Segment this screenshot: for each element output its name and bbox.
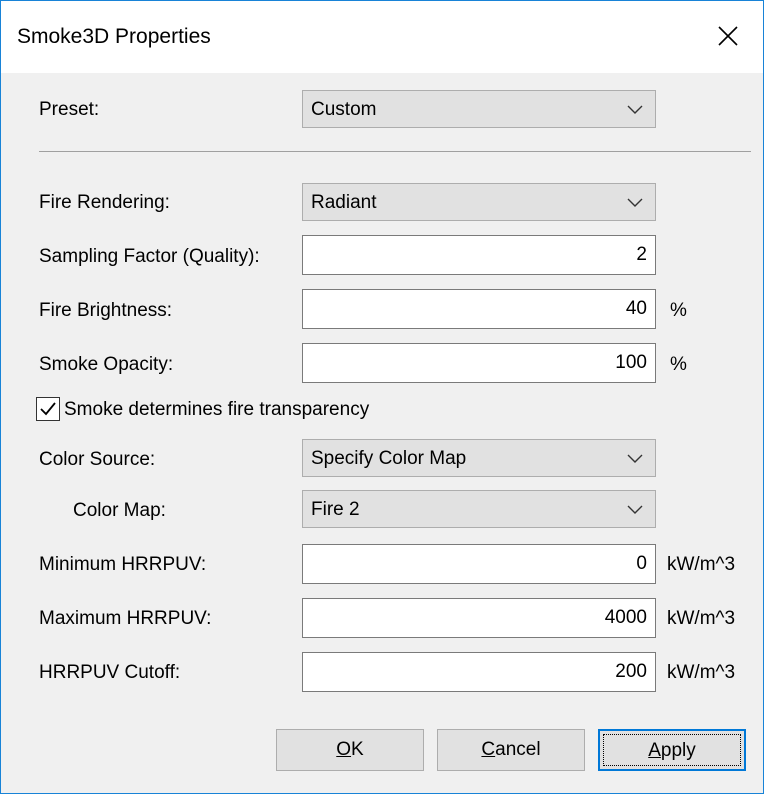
smoke-transparency-label[interactable]: Smoke determines fire transparency: [64, 398, 369, 422]
chevron-down-icon: [627, 505, 643, 514]
color-source-dropdown[interactable]: Specify Color Map: [302, 439, 656, 477]
smoke-transparency-checkbox[interactable]: [36, 397, 60, 421]
fire-brightness-unit: %: [670, 300, 687, 321]
preset-dropdown[interactable]: Custom: [302, 90, 656, 128]
fire-brightness-label: Fire Brightness:: [39, 300, 173, 321]
max-hrrpuv-unit: kW/m^3: [667, 608, 736, 629]
separator: [39, 151, 751, 152]
max-hrrpuv-input[interactable]: 4000: [302, 598, 656, 638]
smoke-opacity-input[interactable]: 100: [302, 343, 656, 383]
smoke3d-properties-dialog: Smoke3D Properties Preset: Custom Fire R…: [0, 0, 764, 794]
hrrpuv-cutoff-label: HRRPUV Cutoff:: [39, 662, 181, 683]
apply-label-rest: pply: [660, 740, 696, 761]
ok-label-rest: K: [351, 739, 364, 760]
fire-rendering-value: Radiant: [311, 192, 377, 213]
smoke-opacity-label: Smoke Opacity:: [39, 354, 174, 375]
sampling-factor-input[interactable]: 2: [302, 235, 656, 275]
apply-button[interactable]: Apply: [598, 729, 746, 771]
cancel-button[interactable]: Cancel: [437, 729, 585, 771]
hrrpuv-cutoff-unit: kW/m^3: [667, 662, 736, 683]
fire-brightness-input[interactable]: 40: [302, 289, 656, 329]
preset-value: Custom: [311, 99, 377, 120]
cancel-label-rest: ancel: [495, 739, 541, 760]
smoke-opacity-unit: %: [670, 354, 687, 375]
title-bar: Smoke3D Properties: [1, 1, 763, 73]
window-title: Smoke3D Properties: [17, 25, 211, 48]
max-hrrpuv-label: Maximum HRRPUV:: [39, 608, 212, 629]
close-icon: [718, 26, 738, 46]
hrrpuv-cutoff-input[interactable]: 200: [302, 652, 656, 692]
color-source-value: Specify Color Map: [311, 448, 467, 469]
cancel-mnemonic: C: [481, 739, 496, 760]
focus-rect: Apply: [603, 734, 741, 766]
min-hrrpuv-label: Minimum HRRPUV:: [39, 554, 207, 575]
min-hrrpuv-input[interactable]: 0: [302, 544, 656, 584]
sampling-factor-label: Sampling Factor (Quality):: [39, 246, 260, 267]
preset-label: Preset:: [39, 99, 100, 120]
chevron-down-icon: [627, 454, 643, 463]
ok-mnemonic: O: [336, 739, 352, 760]
apply-mnemonic: A: [648, 740, 661, 761]
color-source-label: Color Source:: [39, 449, 156, 470]
fire-rendering-dropdown[interactable]: Radiant: [302, 183, 656, 221]
color-map-dropdown[interactable]: Fire 2: [302, 490, 656, 528]
fire-rendering-label: Fire Rendering:: [39, 192, 170, 213]
chevron-down-icon: [627, 105, 643, 114]
ok-button[interactable]: OK: [276, 729, 424, 771]
chevron-down-icon: [627, 198, 643, 207]
checkmark-icon: [40, 402, 56, 416]
color-map-label: Color Map:: [73, 500, 166, 521]
close-button[interactable]: [693, 1, 763, 71]
min-hrrpuv-unit: kW/m^3: [667, 554, 736, 575]
color-map-value: Fire 2: [311, 499, 360, 520]
